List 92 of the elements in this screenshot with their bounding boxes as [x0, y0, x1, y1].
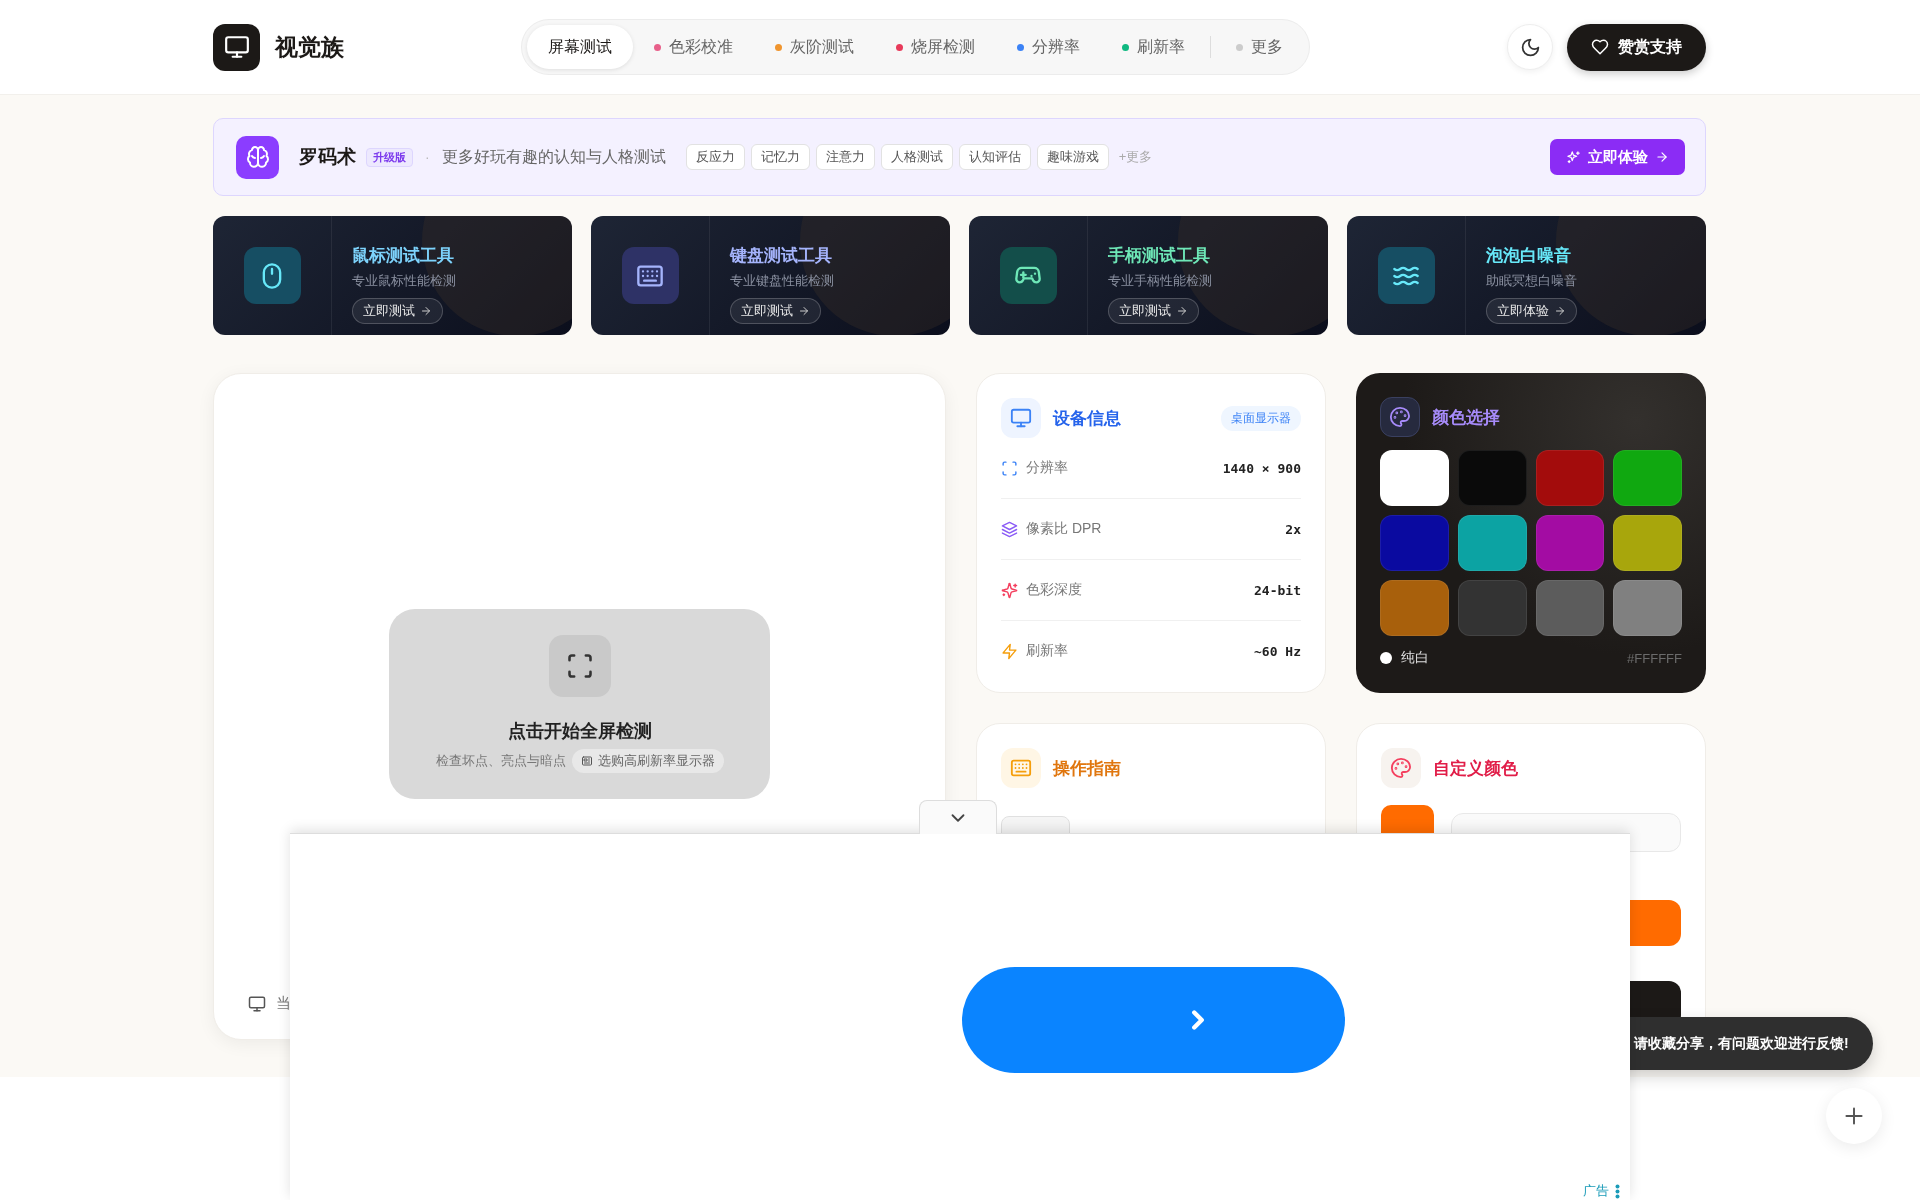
keyboard-icon — [1001, 748, 1041, 788]
scan-icon — [1001, 459, 1018, 477]
palette-icon — [1380, 397, 1420, 437]
brain-icon — [236, 135, 279, 179]
current-color-dot — [1380, 652, 1392, 664]
support-button[interactable]: 赞赏支持 — [1567, 23, 1706, 71]
category-tag: 记忆力 — [750, 144, 810, 170]
arrow-right-icon — [420, 305, 432, 317]
color-swatch[interactable] — [1535, 580, 1605, 636]
logo-icon[interactable] — [213, 23, 260, 71]
card-title: 自定义颜色 — [1433, 757, 1518, 780]
info-value: 1440 × 900 — [1222, 460, 1301, 476]
card-title: 键盘测试工具 — [730, 245, 832, 267]
nav-tab[interactable]: 灰阶测试 — [754, 25, 875, 69]
color-swatch[interactable] — [1613, 515, 1682, 571]
start-test-button[interactable]: 立即测试 — [730, 298, 821, 324]
kebab-menu-icon[interactable] — [1615, 1183, 1620, 1199]
heart-icon — [1591, 38, 1609, 56]
brand-name: 视觉族 — [275, 32, 344, 62]
nav-tab[interactable]: 屏幕测试 — [527, 25, 633, 69]
news-icon — [580, 755, 593, 767]
ad-label: 广告 — [1583, 1182, 1609, 1200]
color-swatch[interactable] — [1613, 450, 1682, 506]
fullscreen-icon — [548, 635, 611, 697]
card-title: 泡泡白噪音 — [1486, 245, 1571, 267]
card-title: 手柄测试工具 — [1108, 245, 1210, 267]
gamepad-icon — [999, 247, 1057, 304]
nav-tab[interactable]: 色彩校准 — [633, 25, 754, 69]
sparkle-icon — [1001, 581, 1018, 599]
color-swatch[interactable] — [1457, 580, 1527, 636]
layers-icon — [1001, 520, 1018, 538]
status-text: 当 — [276, 994, 291, 1013]
info-label: 像素比 DPR — [1026, 520, 1102, 538]
palette-icon — [1381, 748, 1421, 788]
card-title: 操作指南 — [1053, 757, 1121, 780]
sparkles-icon — [1566, 149, 1581, 165]
color-swatch[interactable] — [1535, 450, 1605, 506]
waves-icon — [1377, 247, 1435, 304]
arrow-right-icon — [798, 305, 810, 317]
version-badge: 升级版 — [366, 147, 413, 167]
info-value: ~60 Hz — [1254, 643, 1301, 659]
color-swatch[interactable] — [1380, 450, 1449, 506]
lightning-icon — [1001, 642, 1018, 660]
promo-title: 罗码术 — [299, 145, 356, 169]
card-title: 颜色选择 — [1432, 406, 1500, 429]
card-subtitle: 专业手柄性能检测 — [1108, 272, 1212, 290]
arrow-right-icon — [1554, 305, 1566, 317]
moon-icon — [1519, 36, 1541, 58]
arrow-right-icon — [1176, 305, 1188, 317]
info-label: 刷新率 — [1026, 642, 1068, 660]
color-swatch[interactable] — [1380, 515, 1449, 571]
promo-text: 更多好玩有趣的认知与人格测试 — [441, 146, 666, 167]
start-test-button[interactable]: 立即测试 — [352, 298, 443, 324]
try-now-button[interactable]: 立即体验 — [1550, 139, 1685, 175]
theme-toggle-button[interactable] — [1507, 24, 1553, 70]
color-hex: #FFFFFF — [1627, 650, 1682, 666]
nav-tab[interactable]: 刷新率 — [1101, 25, 1206, 69]
device-badge: 桌面显示器 — [1221, 405, 1301, 431]
card-title: 鼠标测试工具 — [352, 245, 454, 267]
mouse-icon — [243, 247, 301, 304]
shop-link[interactable]: 选购高刷新率显示器 — [571, 749, 724, 773]
start-test-button[interactable]: 立即体验 — [1486, 298, 1577, 324]
start-title: 点击开始全屏检测 — [507, 720, 652, 743]
info-label: 分辨率 — [1026, 459, 1068, 477]
separator: · — [425, 149, 430, 165]
card-subtitle: 专业键盘性能检测 — [730, 272, 834, 290]
color-swatch[interactable] — [1457, 515, 1527, 571]
color-swatch[interactable] — [1457, 450, 1527, 506]
nav-tab[interactable]: 分辨率 — [996, 25, 1101, 69]
category-tag: 注意力 — [815, 144, 875, 170]
info-label: 色彩深度 — [1026, 581, 1082, 599]
category-tag: 反应力 — [685, 144, 745, 170]
card-title: 设备信息 — [1053, 407, 1121, 430]
start-test-button[interactable]: 立即测试 — [1108, 298, 1199, 324]
nav-tab[interactable]: 更多 — [1215, 25, 1304, 69]
start-fullscreen-button[interactable]: 点击开始全屏检测 检查坏点、亮点与暗点 选购高刷新率显示器 — [389, 609, 770, 799]
keyboard-icon — [621, 247, 679, 304]
monitor-icon — [248, 994, 266, 1013]
card-subtitle: 助眠冥想白噪音 — [1486, 272, 1577, 290]
info-value: 24-bit — [1254, 582, 1301, 598]
info-value: 2x — [1285, 521, 1301, 537]
color-swatch[interactable] — [1613, 580, 1682, 636]
color-swatch[interactable] — [1380, 580, 1449, 636]
nav-tab[interactable]: 烧屏检测 — [875, 25, 996, 69]
category-tag: 人格测试 — [880, 144, 953, 170]
color-name: 纯白 — [1401, 649, 1429, 667]
card-subtitle: 专业鼠标性能检测 — [352, 272, 456, 290]
category-tag: 趣味游戏 — [1036, 144, 1109, 170]
category-tag: 认知评估 — [958, 144, 1031, 170]
monitor-icon — [1001, 398, 1041, 438]
color-swatch[interactable] — [1535, 515, 1605, 571]
start-subtitle: 检查坏点、亮点与暗点 — [435, 752, 566, 770]
